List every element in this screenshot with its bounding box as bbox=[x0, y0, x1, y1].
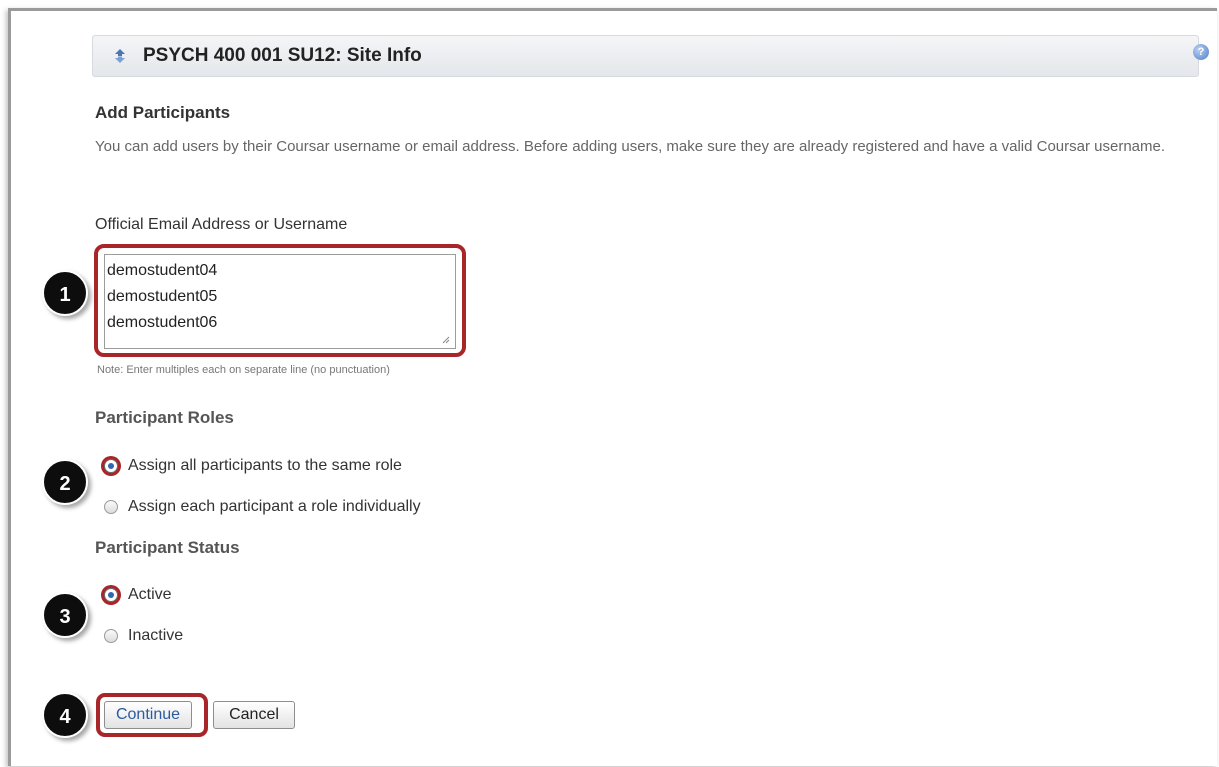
help-icon[interactable]: ? bbox=[1193, 44, 1209, 60]
role-individual-radio[interactable] bbox=[104, 500, 118, 514]
role-option-individual[interactable]: Assign each participant a role individua… bbox=[104, 493, 421, 521]
status-inactive-label[interactable]: Inactive bbox=[128, 627, 183, 645]
callout-badge-3: 3 bbox=[42, 592, 88, 638]
continue-button[interactable]: Continue bbox=[104, 701, 192, 729]
page-title: PSYCH 400 001 SU12: Site Info bbox=[143, 45, 422, 66]
roles-label: Participant Roles bbox=[95, 408, 234, 427]
status-inactive-radio[interactable] bbox=[104, 629, 118, 643]
callout-badge-1: 1 bbox=[42, 270, 88, 316]
status-option-inactive[interactable]: Inactive bbox=[104, 622, 183, 650]
username-textarea[interactable]: demostudent04 demostudent05 demostudent0… bbox=[104, 254, 456, 349]
status-label: Participant Status bbox=[95, 538, 240, 557]
role-individual-label[interactable]: Assign each participant a role individua… bbox=[128, 498, 421, 516]
role-same-label[interactable]: Assign all participants to the same role bbox=[128, 457, 402, 475]
cancel-button[interactable]: Cancel bbox=[213, 701, 295, 729]
resize-grip-icon[interactable] bbox=[442, 336, 450, 344]
callout-badge-4: 4 bbox=[42, 692, 88, 738]
section-heading: Add Participants bbox=[95, 103, 231, 122]
tool-title-bar: PSYCH 400 001 SU12: Site Info bbox=[92, 35, 1199, 77]
role-option-same[interactable]: Assign all participants to the same role bbox=[104, 452, 402, 480]
username-field-highlight: demostudent04 demostudent05 demostudent0… bbox=[94, 244, 466, 357]
username-field-label: Official Email Address or Username bbox=[95, 216, 348, 233]
reset-icon[interactable] bbox=[113, 47, 127, 65]
instructions-text: You can add users by their Coursar usern… bbox=[95, 138, 1166, 155]
status-active-radio[interactable] bbox=[104, 588, 118, 602]
callout-badge-2: 2 bbox=[42, 459, 88, 505]
status-option-active[interactable]: Active bbox=[104, 581, 172, 609]
status-active-label[interactable]: Active bbox=[128, 586, 172, 604]
role-same-radio[interactable] bbox=[104, 459, 118, 473]
field-note: Note: Enter multiples each on separate l… bbox=[97, 364, 390, 376]
